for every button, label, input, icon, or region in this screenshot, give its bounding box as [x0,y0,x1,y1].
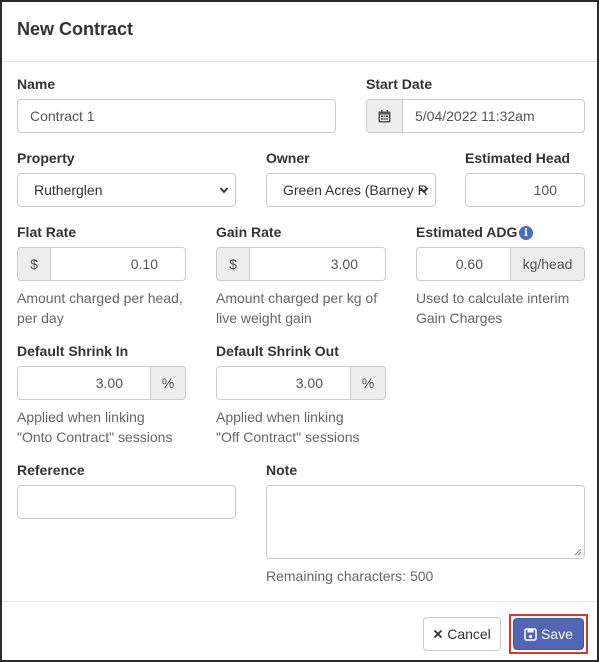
cancel-button-label: Cancel [447,626,491,642]
property-label: Property [17,150,75,166]
flat-rate-help-1: Amount charged per head, [17,290,183,306]
shrink-in-suffix: % [150,366,186,400]
save-button[interactable]: Save [513,618,584,650]
new-contract-modal: New Contract Name Contract 1 Start Date … [0,0,599,662]
unit-label: kg/head [522,256,573,272]
estimated-adg-value: 0.60 [455,256,483,272]
estimated-adg-help-1: Used to calculate interim [416,290,570,306]
estimated-head-input[interactable]: 100 [465,173,585,207]
close-icon [434,629,443,639]
dollar-sign: $ [30,256,38,272]
shrink-in-label: Default Shrink In [17,343,129,359]
calendar-button[interactable] [366,99,403,133]
note-textarea[interactable] [266,485,585,559]
footer-divider [2,601,597,602]
gain-rate-help-1: Amount charged per kg of [216,290,378,306]
gain-rate-value: 3.00 [330,256,358,272]
info-icon[interactable]: i [519,226,533,240]
owner-label: Owner [266,150,310,166]
owner-selected-value: Green Acres (Barney R [283,182,428,198]
estimated-head-value: 100 [533,182,557,198]
modal-title: New Contract [17,19,134,39]
dollar-sign: $ [229,256,237,272]
estimated-adg-help-2: Gain Charges [416,310,503,326]
property-selected-value: Rutherglen [34,182,103,198]
name-input[interactable]: Contract 1 [17,99,336,133]
estimated-adg-label: Estimated ADG [416,224,518,240]
shrink-out-help-2: "Off Contract" sessions [216,429,360,445]
estimated-adg-input[interactable]: 0.60 [416,247,511,281]
flat-rate-prefix: $ [17,247,51,281]
shrink-in-help-2: "Onto Contract" sessions [17,429,173,445]
save-button-label: Save [541,626,573,642]
percent-sign: % [361,375,375,391]
resize-grip-icon[interactable] [574,548,582,556]
owner-select[interactable]: Green Acres (Barney R [266,173,436,207]
save-icon [524,627,537,641]
start-date-value: 5/04/2022 11:32am [415,108,535,124]
flat-rate-label: Flat Rate [17,224,77,240]
shrink-in-value: 3.00 [95,375,123,391]
name-label: Name [17,76,56,92]
gain-rate-help-2: live weight gain [216,310,312,326]
estimated-head-label: Estimated Head [465,150,571,166]
flat-rate-value: 0.10 [130,256,158,272]
gain-rate-label: Gain Rate [216,224,282,240]
cancel-button[interactable]: Cancel [423,617,501,651]
calendar-icon [378,109,391,122]
percent-sign: % [161,375,175,391]
shrink-out-value: 3.00 [295,375,323,391]
reference-input[interactable] [17,485,236,519]
shrink-in-help-1: Applied when linking [17,409,145,425]
flat-rate-help-2: per day [17,310,64,326]
start-date-label: Start Date [366,76,433,92]
reference-label: Reference [17,462,85,478]
modal-header: New Contract [2,2,597,62]
flat-rate-input[interactable]: 0.10 [50,247,186,281]
note-label: Note [266,462,298,478]
shrink-out-input[interactable]: 3.00 [216,366,351,400]
shrink-out-label: Default Shrink Out [216,343,339,359]
name-input-value: Contract 1 [30,108,95,124]
chevron-down-icon [219,187,229,194]
estimated-adg-suffix: kg/head [510,247,585,281]
shrink-out-help-1: Applied when linking [216,409,344,425]
note-remaining-characters: Remaining characters: 500 [266,568,434,584]
chevron-down-icon [419,187,429,194]
property-select[interactable]: Rutherglen [17,173,236,207]
shrink-out-suffix: % [350,366,386,400]
gain-rate-input[interactable]: 3.00 [249,247,386,281]
gain-rate-prefix: $ [216,247,250,281]
shrink-in-input[interactable]: 3.00 [17,366,151,400]
start-date-input[interactable]: 5/04/2022 11:32am [402,99,585,133]
